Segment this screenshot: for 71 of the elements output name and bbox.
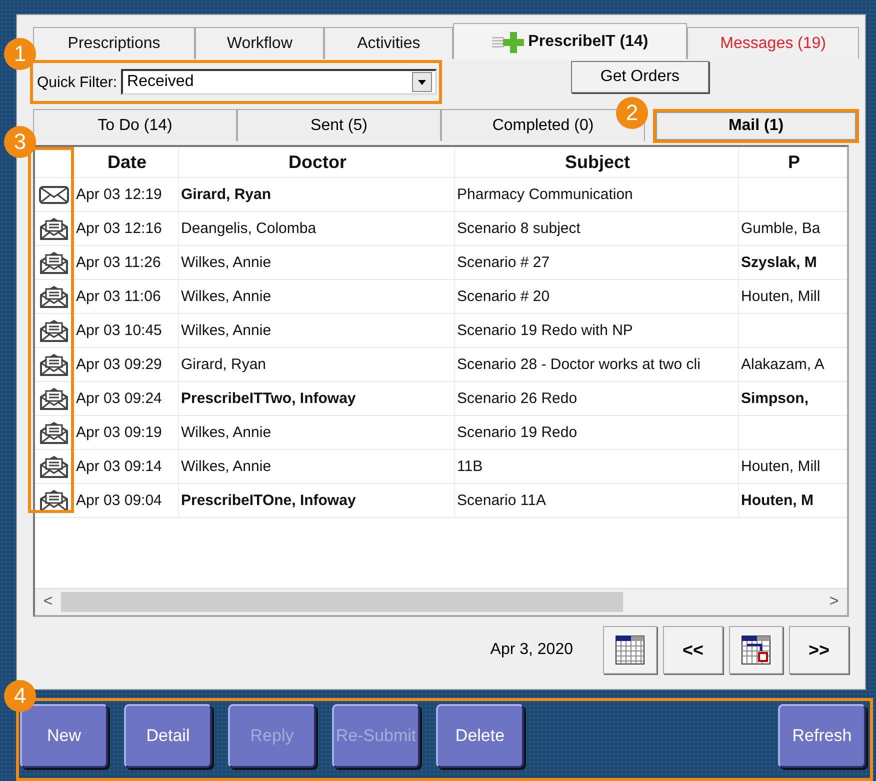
doctor-cell: PrescribeITTwo, Infoway	[181, 390, 356, 407]
calendar-button[interactable]	[603, 626, 657, 674]
get-orders-button[interactable]: Get Orders	[571, 61, 709, 93]
doctor-cell: Girard, Ryan	[181, 356, 266, 373]
subject-cell: Scenario 19 Redo	[455, 416, 739, 449]
tab[interactable]: Messages (19)	[687, 27, 859, 59]
column-header[interactable]: P	[739, 147, 847, 177]
callout-number: 1	[4, 38, 36, 70]
date-cell: Apr 03 09:14	[71, 450, 179, 483]
doctor-cell: Wilkes, Annie	[181, 322, 272, 339]
doctor-cell: Wilkes, Annie	[181, 288, 272, 305]
table-cell: Houten, Mill	[741, 458, 820, 475]
table-cell: Szyslak, M	[741, 254, 817, 271]
subject-cell: Scenario 26 Redo	[455, 382, 739, 415]
doctor-cell: Wilkes, Annie	[181, 254, 272, 271]
next-button[interactable]: >>	[789, 626, 849, 674]
date-cell: Apr 03 09:19	[71, 416, 179, 449]
tab[interactable]: Prescriptions	[33, 27, 196, 59]
scroll-right-button[interactable]: >	[821, 593, 847, 611]
column-header[interactable]: Subject	[455, 147, 739, 177]
date-cell: Apr 03 11:06	[71, 280, 179, 313]
date-cell: Apr 03 11:26	[71, 246, 179, 279]
sub-tab[interactable]: Sent (5)	[237, 109, 441, 141]
table-cell: Houten, Mill	[741, 288, 820, 305]
subject-cell: Scenario # 20	[455, 280, 739, 313]
horizontal-scrollbar[interactable]: < >	[35, 588, 847, 615]
table-cell: Gumble, Ba	[741, 220, 820, 237]
subject-cell: 11B	[455, 450, 739, 483]
sub-tab[interactable]: Mail (1)	[656, 112, 856, 140]
callout-number: 3	[4, 126, 36, 158]
subject-cell: Scenario 8 subject	[455, 212, 739, 245]
date-cell: Apr 03 09:04	[71, 484, 179, 517]
column-header[interactable]: Date	[71, 147, 179, 177]
column-header[interactable]: Doctor	[179, 147, 455, 177]
scrollbar-thumb[interactable]	[61, 592, 624, 612]
refresh-button[interactable]: Refresh	[778, 704, 866, 768]
scroll-left-button[interactable]: <	[35, 593, 61, 611]
tab[interactable]: Workflow	[195, 27, 324, 59]
tab[interactable]: Activities	[324, 27, 454, 59]
date-cell: Apr 03 09:24	[71, 382, 179, 415]
previous-button[interactable]: <<	[663, 626, 723, 674]
plus-icon	[492, 30, 526, 52]
subject-cell: Scenario # 27	[455, 246, 739, 279]
date-cell: Apr 03 12:19	[71, 178, 179, 211]
callout-number: 4	[4, 680, 36, 712]
dropdown-arrow-icon	[412, 72, 432, 92]
action-button[interactable]: Detail	[124, 704, 212, 768]
sub-tab[interactable]: To Do (14)	[33, 109, 237, 141]
subject-cell: Pharmacy Communication	[455, 178, 739, 211]
doctor-cell: Wilkes, Annie	[181, 424, 272, 441]
doctor-cell: Wilkes, Annie	[181, 458, 272, 475]
subject-cell: Scenario 28 - Doctor works at two cli	[455, 348, 739, 381]
calendar-icon	[615, 635, 645, 665]
doctor-cell: Deangelis, Colomba	[181, 220, 316, 237]
table-cell: Houten, M	[741, 492, 814, 509]
date-cell: Apr 03 09:29	[71, 348, 179, 381]
tab[interactable]: PrescribeIT (14)	[453, 23, 688, 59]
quick-filter-label: Quick Filter:	[37, 74, 118, 90]
subject-cell: Scenario 19 Redo with NP	[455, 314, 739, 347]
action-button[interactable]: Delete	[436, 704, 524, 768]
quick-filter-dropdown[interactable]: Received	[121, 69, 437, 95]
table-cell: Simpson,	[741, 390, 809, 407]
date-cell: Apr 03 12:16	[71, 212, 179, 245]
calendar-button[interactable]	[729, 626, 783, 674]
table-cell: Alakazam, A	[741, 356, 824, 373]
action-button[interactable]: New	[20, 704, 108, 768]
doctor-cell: Girard, Ryan	[181, 186, 272, 203]
date-cell: Apr 03 10:45	[71, 314, 179, 347]
date-label: Apr 3, 2020	[490, 641, 573, 659]
doctor-cell: PrescribeITOne, Infoway	[181, 492, 356, 509]
subject-cell: Scenario 11A	[455, 484, 739, 517]
